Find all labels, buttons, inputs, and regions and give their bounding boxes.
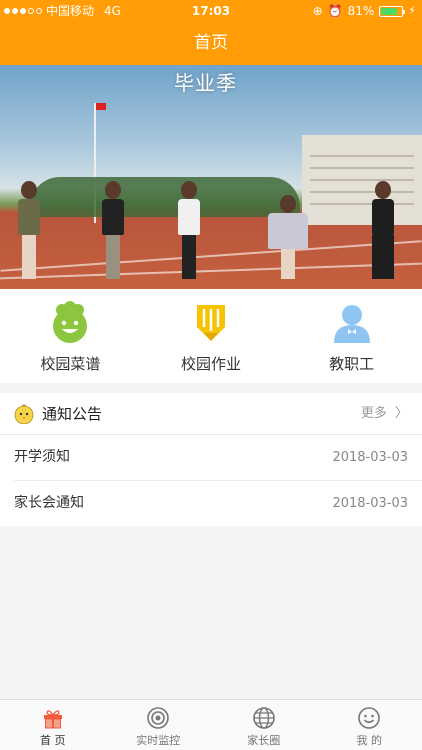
notice-item-date: 2018-03-03 bbox=[332, 496, 408, 511]
page-title: 首页 bbox=[194, 33, 228, 53]
battery-icon bbox=[379, 5, 406, 17]
person-figure bbox=[178, 181, 200, 279]
banner-caption: 毕业季 bbox=[174, 71, 237, 95]
person-figure bbox=[18, 181, 40, 279]
more-link[interactable]: 更多 〉 bbox=[361, 393, 408, 435]
notice-section: 通知公告 更多 〉 开学须知 2018-03-03 家长会通知 2018-03-… bbox=[0, 393, 422, 526]
orientation-lock-icon: ⊕ bbox=[312, 4, 323, 18]
person-figure bbox=[102, 181, 124, 279]
notice-title: 通知公告 bbox=[42, 405, 103, 423]
globe-icon bbox=[252, 707, 275, 729]
quick-menu: 校园菜谱 校园作业 教职工 bbox=[0, 289, 422, 383]
quick-label: 校园菜谱 bbox=[40, 355, 101, 373]
quick-item-homework[interactable]: 校园作业 bbox=[141, 289, 282, 383]
tab-monitor[interactable]: 实时监控 bbox=[106, 700, 212, 750]
notice-item-title: 开学须知 bbox=[14, 449, 70, 465]
top-bar: 中国移动 4G 17:03 ⊕ ⏰ 81% ⚡ 首页 bbox=[0, 0, 422, 65]
flag bbox=[96, 103, 106, 110]
tab-label: 我 的 bbox=[356, 734, 383, 747]
tab-mine[interactable]: 我 的 bbox=[317, 700, 422, 750]
tab-bar: 首 页 实时监控 家长圈 我 的 bbox=[0, 699, 422, 750]
notice-row[interactable]: 家长会通知 2018-03-03 bbox=[14, 480, 422, 525]
tab-label: 家长圈 bbox=[247, 734, 281, 747]
smiley-icon bbox=[358, 707, 381, 729]
quick-item-menu[interactable]: 校园菜谱 bbox=[0, 289, 141, 383]
notice-item-date: 2018-03-03 bbox=[332, 450, 408, 465]
banner-image[interactable]: 毕业季 bbox=[0, 65, 422, 289]
status-bar: 中国移动 4G 17:03 ⊕ ⏰ 81% ⚡ bbox=[0, 0, 422, 22]
staff-person-icon bbox=[333, 305, 370, 343]
quick-label: 教职工 bbox=[329, 355, 375, 373]
gift-icon bbox=[43, 710, 62, 729]
quick-label: 校园作业 bbox=[181, 355, 242, 373]
chef-face-icon bbox=[53, 301, 88, 343]
battery-percent: 81% bbox=[347, 4, 375, 18]
person-figure bbox=[372, 181, 394, 279]
alarm-icon: ⏰ bbox=[327, 4, 343, 18]
track-line bbox=[0, 240, 422, 272]
person-figure bbox=[268, 195, 308, 279]
tab-label: 实时监控 bbox=[136, 734, 181, 747]
tab-home[interactable]: 首 页 bbox=[0, 700, 106, 750]
chick-icon bbox=[14, 404, 34, 424]
pencil-icon bbox=[197, 305, 225, 341]
tab-parents[interactable]: 家长圈 bbox=[211, 700, 317, 750]
quick-item-staff[interactable]: 教职工 bbox=[281, 289, 422, 383]
trees bbox=[30, 177, 300, 217]
charging-icon: ⚡ bbox=[408, 4, 416, 17]
more-label: 更多 bbox=[360, 406, 387, 421]
tab-label: 首 页 bbox=[40, 734, 66, 747]
notice-header: 通知公告 更多 〉 bbox=[0, 393, 422, 435]
camera-icon bbox=[147, 707, 170, 729]
notice-row[interactable]: 开学须知 2018-03-03 bbox=[14, 435, 422, 480]
building bbox=[302, 135, 422, 225]
notice-item-title: 家长会通知 bbox=[14, 495, 84, 511]
chevron-right-icon: 〉 bbox=[394, 406, 408, 421]
